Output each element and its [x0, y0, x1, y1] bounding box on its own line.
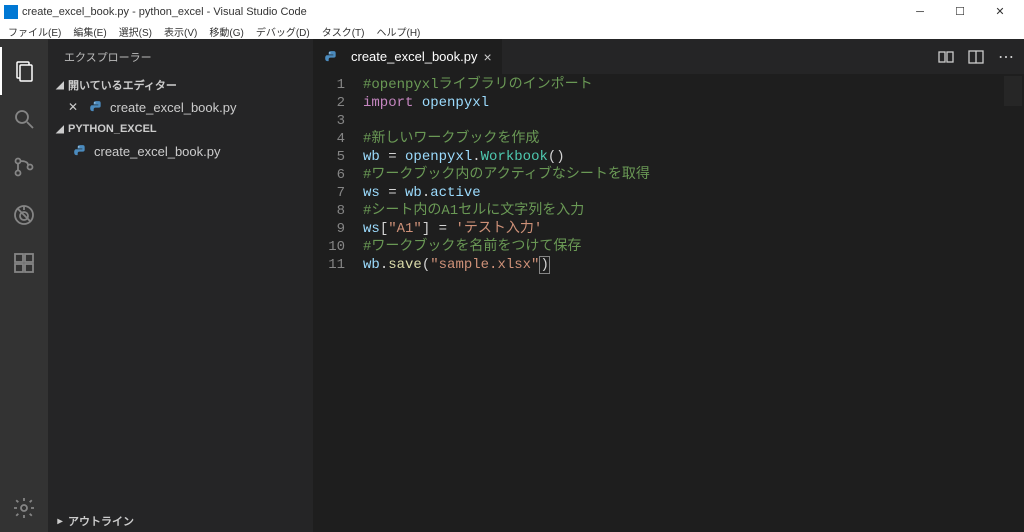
code-line[interactable]: #ワークブックを名前をつけて保存 [363, 238, 979, 256]
window-title: create_excel_book.py - python_excel - Vi… [22, 6, 900, 18]
sidebar-title: エクスプローラー [48, 39, 313, 74]
open-editors-label: 開いているエディター [68, 77, 177, 93]
close-button[interactable]: ✕ [980, 0, 1020, 23]
split-editor-icon[interactable] [968, 49, 984, 65]
tab-create-excel-book[interactable]: create_excel_book.py × [313, 39, 502, 74]
code-line[interactable]: ws["A1"] = 'テスト入力' [363, 220, 979, 238]
menu-bar: ファイル(E) 編集(E) 選択(S) 表示(V) 移動(G) デバッグ(D) タスク(T)… [0, 23, 1024, 39]
tab-bar: create_excel_book.py × ⋯ [313, 39, 1024, 74]
open-editor-item[interactable]: ✕ create_excel_book.py [48, 96, 313, 118]
python-file-icon [72, 143, 88, 159]
explorer-icon[interactable] [0, 47, 48, 95]
workspace-filename: create_excel_book.py [94, 144, 220, 159]
chevron-down-icon: ◢ [52, 80, 68, 91]
python-file-icon [323, 49, 339, 65]
source-control-icon[interactable] [0, 143, 48, 191]
line-number: 6 [313, 166, 345, 184]
close-icon[interactable]: ✕ [68, 100, 84, 114]
line-number: 1 [313, 76, 345, 94]
activity-bar [0, 39, 48, 532]
code-line[interactable]: #openpyxlライブラリのインポート [363, 76, 979, 94]
python-file-icon [88, 99, 104, 115]
line-number: 4 [313, 130, 345, 148]
tab-label: create_excel_book.py [351, 49, 477, 64]
code-line[interactable]: ws = wb.active [363, 184, 979, 202]
title-bar: create_excel_book.py - python_excel - Vi… [0, 0, 1024, 23]
code-line[interactable]: #新しいワークブックを作成 [363, 130, 979, 148]
workspace-file-item[interactable]: create_excel_book.py [48, 140, 313, 162]
chevron-right-icon: ▸ [52, 516, 68, 527]
code-line[interactable]: #ワークブック内のアクティブなシートを取得 [363, 166, 979, 184]
menu-item[interactable]: 表示(V) [160, 24, 201, 39]
line-number: 9 [313, 220, 345, 238]
minimap[interactable] [979, 74, 1024, 532]
code-line[interactable]: import openpyxl [363, 94, 979, 112]
code-content[interactable]: #openpyxlライブラリのインポートimport openpyxl #新しいワ… [363, 74, 979, 532]
menu-item[interactable]: 移動(G) [205, 24, 247, 39]
line-number-gutter: 1234567891011 [313, 74, 363, 532]
open-editors-header[interactable]: ◢ 開いているエディター [48, 74, 313, 96]
line-number: 8 [313, 202, 345, 220]
menu-item[interactable]: ヘルプ(H) [373, 24, 425, 39]
minimize-button[interactable]: ─ [900, 0, 940, 23]
chevron-down-icon: ◢ [52, 124, 68, 135]
maximize-button[interactable]: ☐ [940, 0, 980, 23]
menu-item[interactable]: タスク(T) [318, 24, 369, 39]
menu-item[interactable]: デバッグ(D) [252, 24, 314, 39]
window-controls: ─ ☐ ✕ [900, 0, 1020, 23]
line-number: 5 [313, 148, 345, 166]
outline-header[interactable]: ▸ アウトライン [48, 510, 313, 532]
menu-item[interactable]: 編集(E) [69, 24, 110, 39]
code-line[interactable]: wb.save("sample.xlsx") [363, 256, 979, 274]
line-number: 10 [313, 238, 345, 256]
open-editor-filename: create_excel_book.py [110, 100, 236, 115]
workspace-header[interactable]: ◢ PYTHON_EXCEL [48, 118, 313, 140]
settings-gear-icon[interactable] [0, 484, 48, 532]
menu-item[interactable]: ファイル(E) [4, 24, 65, 39]
code-line[interactable] [363, 112, 979, 130]
workspace-label: PYTHON_EXCEL [68, 123, 157, 135]
line-number: 7 [313, 184, 345, 202]
tab-close-icon[interactable]: × [483, 49, 491, 65]
more-actions-icon[interactable]: ⋯ [998, 47, 1014, 67]
line-number: 3 [313, 112, 345, 130]
debug-icon[interactable] [0, 191, 48, 239]
code-editor[interactable]: 1234567891011 #openpyxlライブラリのインポートimport… [313, 74, 1024, 532]
code-line[interactable]: wb = openpyxl.Workbook() [363, 148, 979, 166]
outline-label: アウトライン [68, 513, 134, 529]
line-number: 11 [313, 256, 345, 274]
line-number: 2 [313, 94, 345, 112]
code-line[interactable]: #シート内のA1セルに文字列を入力 [363, 202, 979, 220]
extensions-icon[interactable] [0, 239, 48, 287]
minimap-viewport[interactable] [1004, 76, 1022, 106]
search-icon[interactable] [0, 95, 48, 143]
menu-item[interactable]: 選択(S) [115, 24, 156, 39]
editor-area: create_excel_book.py × ⋯ 1234567891011 #… [313, 39, 1024, 532]
compare-changes-icon[interactable] [938, 49, 954, 65]
vscode-icon [4, 5, 18, 19]
sidebar: エクスプローラー ◢ 開いているエディター ✕ create_excel_boo… [48, 39, 313, 532]
